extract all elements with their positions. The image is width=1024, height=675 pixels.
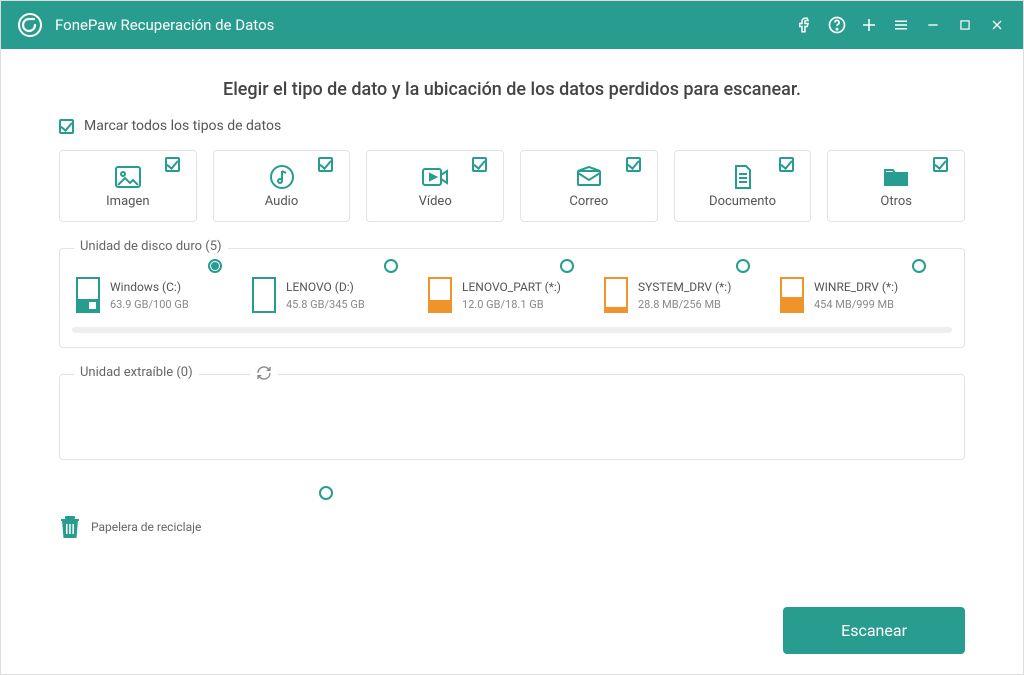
drives-scrollbar[interactable] <box>72 327 952 333</box>
checkbox-icon <box>318 157 333 172</box>
radio-icon <box>208 259 222 273</box>
help-icon[interactable] <box>821 9 853 41</box>
removable-section: Unidad extraíble (0) <box>59 374 965 460</box>
drive-item[interactable]: Windows (C:) 63.9 GB/100 GB <box>72 277 248 313</box>
plus-icon[interactable] <box>853 9 885 41</box>
maximize-button[interactable] <box>949 9 981 41</box>
titlebar: FonePaw Recuperación de Datos <box>1 1 1023 49</box>
checkbox-icon <box>933 157 948 172</box>
document-icon <box>729 164 757 190</box>
drive-item[interactable]: SYSTEM_DRV (*:) 28.8 MB/256 MB <box>600 277 776 313</box>
drive-name: Windows (C:) <box>110 280 189 294</box>
trash-icon <box>59 514 81 540</box>
type-video[interactable]: Vídeo <box>366 150 504 222</box>
type-label: Audio <box>265 194 298 209</box>
file-type-row: Imagen Audio Vídeo Correo Documento <box>59 150 965 222</box>
audio-icon <box>268 164 296 190</box>
type-label: Documento <box>709 194 776 209</box>
app-logo <box>15 10 45 40</box>
type-others[interactable]: Otros <box>827 150 965 222</box>
type-mail[interactable]: Correo <box>520 150 658 222</box>
video-icon <box>421 164 449 190</box>
menu-icon[interactable] <box>885 9 917 41</box>
type-image[interactable]: Imagen <box>59 150 197 222</box>
image-icon <box>114 164 142 190</box>
radio-icon <box>736 259 750 273</box>
close-button[interactable] <box>981 9 1013 41</box>
refresh-button[interactable] <box>250 365 278 385</box>
trash-label: Papelera de reciclaje <box>91 520 201 534</box>
type-audio[interactable]: Audio <box>213 150 351 222</box>
drive-item[interactable]: LENOVO (D:) 45.8 GB/345 GB <box>248 277 424 313</box>
radio-icon <box>384 259 398 273</box>
type-label: Vídeo <box>419 194 452 209</box>
drive-name: LENOVO_PART (*:) <box>462 280 561 294</box>
drive-size: 12.0 GB/18.1 GB <box>462 298 561 311</box>
drive-size: 454 MB/999 MB <box>814 298 898 311</box>
drive-name: WINRE_DRV (*:) <box>814 280 898 294</box>
drive-item[interactable]: LENOVO_PART (*:) 12.0 GB/18.1 GB <box>424 277 600 313</box>
facebook-icon[interactable] <box>789 9 821 41</box>
app-title: FonePaw Recuperación de Datos <box>55 16 274 34</box>
drive-name: SYSTEM_DRV (*:) <box>638 280 731 294</box>
drive-icon <box>76 277 100 313</box>
type-label: Correo <box>569 194 608 209</box>
drive-icon <box>428 277 452 313</box>
checkbox-icon <box>626 157 641 172</box>
checkbox-icon <box>59 119 74 134</box>
drive-icon <box>780 277 804 313</box>
drive-icon <box>252 277 276 313</box>
checkbox-icon <box>779 157 794 172</box>
drive-name: LENOVO (D:) <box>286 280 365 294</box>
drive-icon <box>604 277 628 313</box>
drive-item[interactable]: WINRE_DRV (*:) 454 MB/999 MB <box>776 277 952 313</box>
drive-size: 63.9 GB/100 GB <box>110 298 189 311</box>
scan-button[interactable]: Escanear <box>783 607 965 654</box>
radio-icon <box>912 259 926 273</box>
drive-size: 45.8 GB/345 GB <box>286 298 365 311</box>
hdd-section: Unidad de disco duro (5) Windows (C:)63.… <box>59 248 965 348</box>
checkbox-icon <box>472 157 487 172</box>
radio-icon <box>319 486 333 500</box>
folder-icon <box>882 164 910 190</box>
type-document[interactable]: Documento <box>674 150 812 222</box>
removable-section-title: Unidad extraíble (0) <box>74 365 199 380</box>
select-all-checkbox[interactable]: Marcar todos los tipos de datos <box>59 118 965 134</box>
page-title: Elegir el tipo de dato y la ubicación de… <box>59 79 965 100</box>
type-label: Otros <box>880 194 912 209</box>
type-label: Imagen <box>106 194 149 209</box>
checkbox-icon <box>165 157 180 172</box>
mail-icon <box>575 164 603 190</box>
radio-icon <box>560 259 574 273</box>
hdd-section-title: Unidad de disco duro (5) <box>74 239 228 254</box>
minimize-button[interactable] <box>917 9 949 41</box>
select-all-label: Marcar todos los tipos de datos <box>84 118 281 134</box>
drive-size: 28.8 MB/256 MB <box>638 298 731 311</box>
